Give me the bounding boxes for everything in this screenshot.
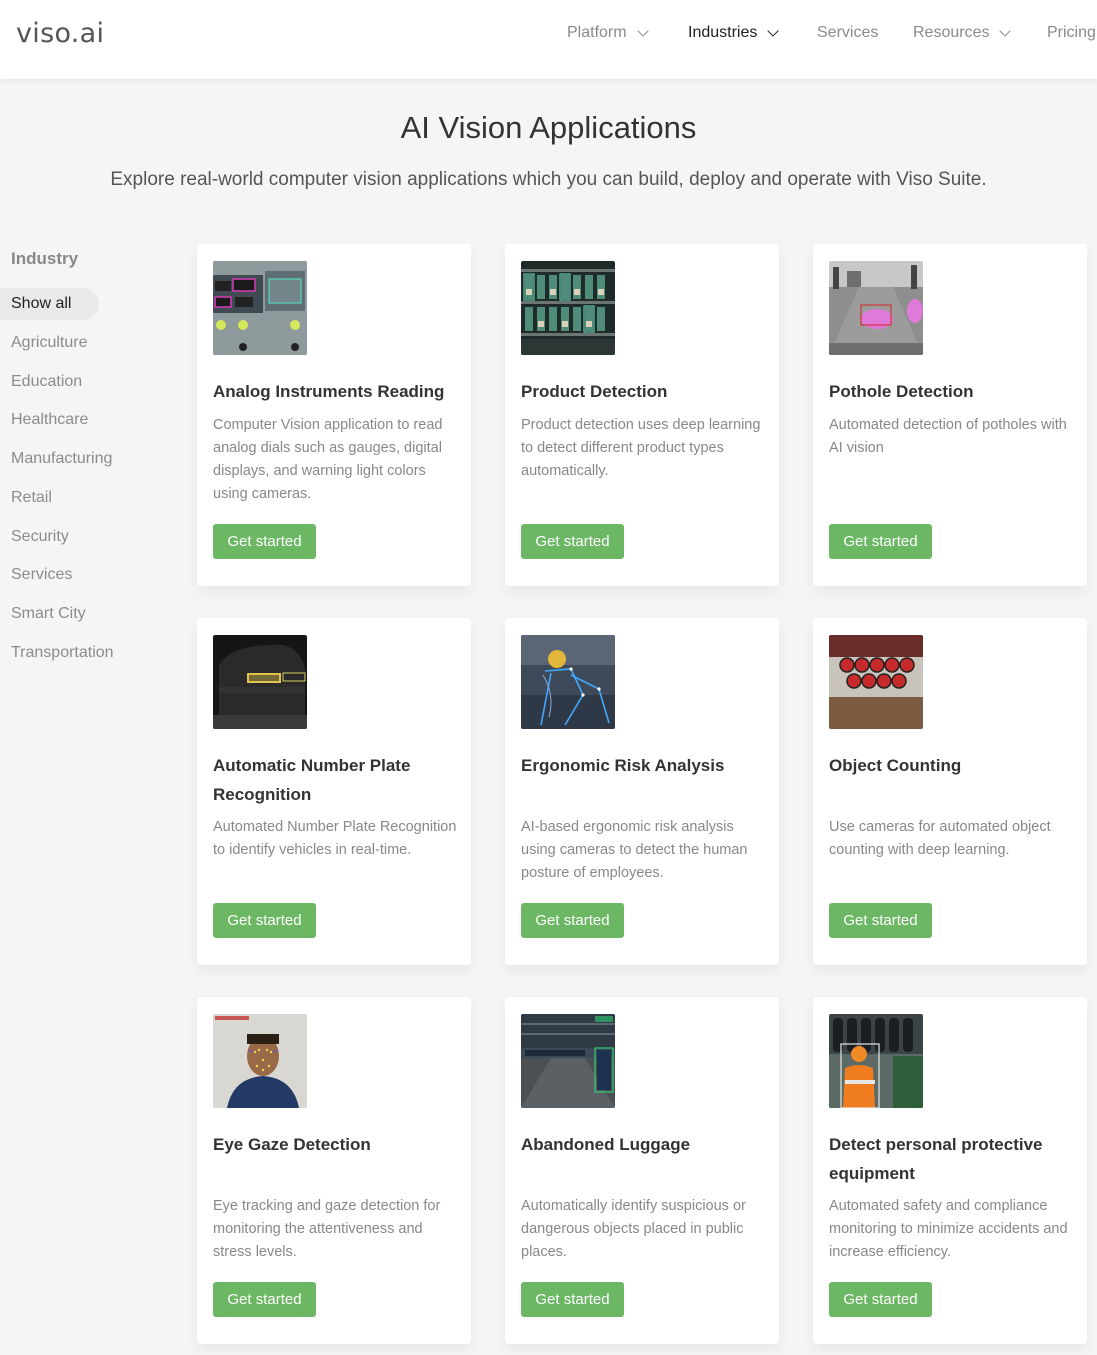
card-title[interactable]: Pothole Detection xyxy=(829,377,1074,406)
card-thumbnail xyxy=(213,1014,307,1108)
sidebar-heading: Industry xyxy=(11,249,79,268)
sidebar-item-agriculture[interactable]: Agriculture xyxy=(11,334,87,352)
nav-resources[interactable]: Resources xyxy=(913,24,1012,42)
card-description: Eye tracking and gaze detection for moni… xyxy=(213,1198,441,1260)
page-subtitle: Explore real-world computer vision appli… xyxy=(110,169,987,190)
sidebar-item-show-all[interactable]: Show all xyxy=(0,288,100,320)
card-title[interactable]: Object Counting xyxy=(829,751,1074,780)
sidebar-item-transportation[interactable]: Transportation xyxy=(11,644,114,662)
card-title[interactable]: Ergonomic Risk Analysis xyxy=(521,751,766,780)
card-title[interactable]: Detect personal protective equipment xyxy=(829,1130,1074,1188)
get-started-button[interactable]: Get started xyxy=(213,524,316,559)
card-description: Product detection uses deep learning to … xyxy=(521,417,761,479)
card-description: Use cameras for automated object countin… xyxy=(829,819,1051,858)
nav-label: Services xyxy=(817,24,879,41)
card-description: Automated Number Plate Recognition to id… xyxy=(213,819,457,858)
sidebar-item-smart-city[interactable]: Smart City xyxy=(11,605,86,623)
card-description: Automated detection of potholes with AI … xyxy=(829,417,1067,456)
card-description: Automatically identify suspicious or dan… xyxy=(521,1198,746,1260)
card-thumbnail xyxy=(521,261,615,355)
app-card: Abandoned Luggage Automatically identify… xyxy=(505,997,779,1344)
sidebar-item-education[interactable]: Education xyxy=(11,373,82,391)
get-started-button[interactable]: Get started xyxy=(829,524,932,559)
card-thumbnail xyxy=(829,1014,923,1108)
card-description: Automated safety and compliance monitori… xyxy=(829,1198,1068,1260)
chevron-down-icon xyxy=(636,24,649,37)
card-thumbnail xyxy=(213,261,307,355)
get-started-button[interactable]: Get started xyxy=(829,1282,932,1317)
nav-label: Resources xyxy=(913,24,990,41)
nav-label: Industries xyxy=(688,24,758,41)
get-started-button[interactable]: Get started xyxy=(829,903,932,938)
get-started-button[interactable]: Get started xyxy=(521,524,624,559)
card-description: AI-based ergonomic risk analysis using c… xyxy=(521,819,748,881)
get-started-button[interactable]: Get started xyxy=(521,1282,624,1317)
page-title: AI Vision Applications xyxy=(400,110,697,145)
card-title[interactable]: Abandoned Luggage xyxy=(521,1130,766,1159)
sidebar-item-healthcare[interactable]: Healthcare xyxy=(11,411,88,429)
card-title[interactable]: Eye Gaze Detection xyxy=(213,1130,458,1159)
app-card: Pothole Detection Automated detection of… xyxy=(813,244,1087,586)
get-started-button[interactable]: Get started xyxy=(521,903,624,938)
site-header: viso.ai Platform Industries Services Res… xyxy=(0,0,1097,79)
card-title[interactable]: Analog Instruments Reading xyxy=(213,377,458,406)
app-card: Product Detection Product detection uses… xyxy=(505,244,779,586)
nav-platform[interactable]: Platform xyxy=(567,24,649,42)
card-thumbnail xyxy=(829,635,923,729)
app-card: Ergonomic Risk Analysis AI-based ergonom… xyxy=(505,618,779,965)
card-title[interactable]: Automatic Number Plate Recognition xyxy=(213,751,458,809)
nav-services[interactable]: Services xyxy=(817,24,878,42)
get-started-button[interactable]: Get started xyxy=(213,903,316,938)
nav-label: Platform xyxy=(567,24,627,41)
card-thumbnail xyxy=(829,261,923,355)
card-description: Computer Vision application to read anal… xyxy=(213,417,443,502)
app-card: Automatic Number Plate Recognition Autom… xyxy=(197,618,471,965)
nav-industries[interactable]: Industries xyxy=(688,24,780,42)
sidebar-item-manufacturing[interactable]: Manufacturing xyxy=(11,450,112,468)
app-card: Analog Instruments Reading Computer Visi… xyxy=(197,244,471,586)
sidebar-item-services[interactable]: Services xyxy=(11,566,72,584)
app-card: Detect personal protective equipment Aut… xyxy=(813,997,1087,1344)
card-thumbnail xyxy=(521,635,615,729)
get-started-button[interactable]: Get started xyxy=(213,1282,316,1317)
app-card: Object Counting Use cameras for automate… xyxy=(813,618,1087,965)
logo[interactable]: viso.ai xyxy=(16,18,104,49)
app-card: Eye Gaze Detection Eye tracking and gaze… xyxy=(197,997,471,1344)
nav-label: Pricing xyxy=(1047,24,1096,41)
sidebar-item-security[interactable]: Security xyxy=(11,528,69,546)
sidebar-item-retail[interactable]: Retail xyxy=(11,489,52,507)
card-thumbnail xyxy=(521,1014,615,1108)
nav-pricing[interactable]: Pricing xyxy=(1047,24,1097,42)
card-thumbnail xyxy=(213,635,307,729)
chevron-down-icon xyxy=(999,24,1012,37)
chevron-down-icon xyxy=(767,24,780,37)
card-title[interactable]: Product Detection xyxy=(521,377,766,406)
